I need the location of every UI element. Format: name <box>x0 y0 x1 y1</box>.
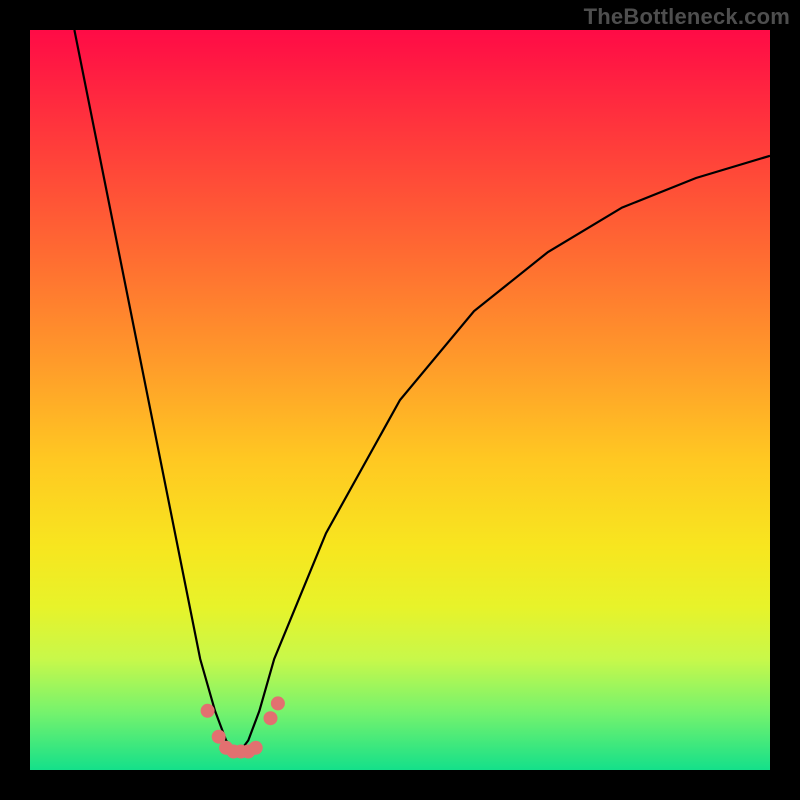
dot <box>201 704 215 718</box>
watermark-text: TheBottleneck.com <box>584 4 790 30</box>
chart-frame: TheBottleneck.com <box>0 0 800 800</box>
dot <box>264 711 278 725</box>
dot <box>249 741 263 755</box>
dot <box>271 696 285 710</box>
plot-area <box>30 30 770 770</box>
curve-svg <box>30 30 770 770</box>
bottleneck-curve <box>74 30 770 755</box>
